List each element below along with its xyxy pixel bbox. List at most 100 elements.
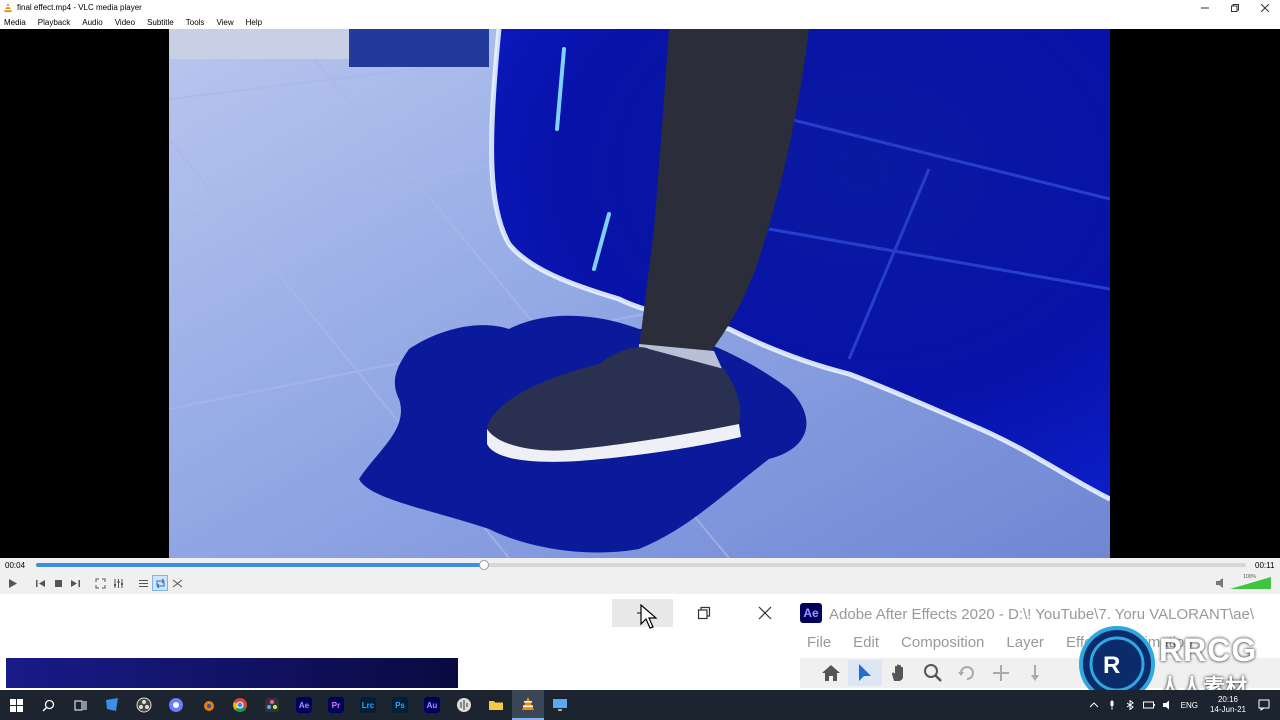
extended-settings-button[interactable] (110, 575, 126, 591)
menu-tools[interactable]: Tools (186, 18, 205, 27)
taskbar-app-au[interactable]: Au (416, 690, 448, 720)
shuffle-icon (172, 579, 182, 587)
chrome-icon (233, 698, 247, 712)
ae-menu-file[interactable]: File (807, 634, 831, 651)
taskbar-app-blender[interactable] (192, 690, 224, 720)
taskbar-app-pr[interactable]: Pr (320, 690, 352, 720)
ae-logo: Ae (800, 603, 822, 623)
close-icon (1261, 3, 1269, 12)
ae-rotate-tool[interactable] (950, 660, 984, 686)
menu-help[interactable]: Help (246, 18, 262, 27)
search-button[interactable] (32, 690, 64, 720)
minimize-button[interactable] (1190, 0, 1220, 15)
au-badge: Au (424, 697, 440, 713)
clock[interactable]: 20:16 14-Jun-21 (1210, 695, 1246, 715)
clock-date: 14-Jun-21 (1209, 705, 1246, 714)
playlist-button[interactable] (135, 575, 151, 591)
ae-anchor-tool[interactable] (984, 660, 1018, 686)
ae-hand-tool[interactable] (882, 660, 916, 686)
ae-badge: Ae (296, 697, 312, 713)
restore-button[interactable] (1220, 0, 1250, 15)
windows-taskbar: Ae Pr Lrc Ps Au ENG 20:16 14-Jun-21 (0, 690, 1280, 720)
playlist-icon (138, 579, 148, 587)
bluetooth-icon[interactable] (1125, 700, 1135, 710)
ae-window-title: Adobe After Effects 2020 - D:\! YouTube\… (829, 606, 1254, 623)
volume-icon (1216, 578, 1223, 588)
language-indicator[interactable]: ENG (1181, 701, 1198, 710)
volume-label: 100% (1243, 574, 1256, 580)
vlc-titlebar: final effect.mp4 - VLC media player (0, 0, 1280, 15)
ae-pan-tool[interactable] (1018, 660, 1052, 686)
ae-close-button[interactable] (734, 599, 795, 627)
fullscreen-button[interactable] (92, 575, 108, 591)
taskbar-app-davinci[interactable] (256, 690, 288, 720)
seek-bar[interactable] (36, 560, 1246, 570)
time-elapsed: 00:04 (5, 561, 26, 570)
time-total: 00:11 (1255, 561, 1275, 570)
taskbar-app-3[interactable] (160, 690, 192, 720)
microphone-icon[interactable] (1107, 700, 1117, 710)
menu-view[interactable]: View (216, 18, 233, 27)
watermark-text: RRCG (1159, 632, 1258, 668)
rotate-icon (958, 666, 974, 680)
minimize-icon (1201, 7, 1209, 8)
seek-bar-handle[interactable] (478, 560, 489, 570)
taskbar-app-ps[interactable]: Ps (384, 690, 416, 720)
pr-badge: Pr (328, 697, 344, 713)
vlc-cone-icon (522, 697, 534, 710)
ae-zoom-tool[interactable] (916, 660, 950, 686)
chevron-up-icon[interactable] (1089, 700, 1099, 710)
ae-menu-edit[interactable]: Edit (853, 634, 879, 651)
video-content (169, 29, 1110, 558)
play-icon (8, 578, 17, 588)
notification-icon[interactable] (1258, 699, 1270, 711)
taskbar-app-lrc[interactable]: Lrc (352, 690, 384, 720)
stop-button[interactable] (50, 575, 66, 591)
menu-video[interactable]: Video (115, 18, 135, 27)
taskbar-app-1[interactable] (96, 690, 128, 720)
taskbar-app-chrome[interactable] (224, 690, 256, 720)
taskbar-app-audio[interactable] (448, 690, 480, 720)
vlc-cone-icon (4, 2, 12, 12)
ae-menu-composition[interactable]: Composition (901, 634, 984, 651)
ae-selection-tool[interactable] (848, 660, 882, 686)
window-title: final effect.mp4 - VLC media player (17, 3, 142, 12)
loop-icon (155, 578, 165, 588)
ae-home-button[interactable] (814, 660, 848, 686)
battery-icon[interactable] (1142, 700, 1155, 710)
mouse-cursor-icon (640, 604, 658, 629)
vlc-window: final effect.mp4 - VLC media player Medi… (0, 0, 1280, 594)
video-area[interactable] (0, 29, 1280, 558)
menu-subtitle[interactable]: Subtitle (147, 18, 174, 27)
close-button[interactable] (1250, 0, 1280, 15)
ae-menu-layer[interactable]: Layer (1006, 634, 1044, 651)
menu-playback[interactable]: Playback (38, 18, 70, 27)
seek-bar-fill (36, 563, 484, 567)
volume-icon[interactable] (1162, 700, 1173, 710)
shuffle-button[interactable] (169, 575, 185, 591)
taskbar-app-vlc[interactable] (512, 690, 544, 720)
waveform-icon (457, 698, 471, 712)
video-frame[interactable] (169, 29, 1110, 558)
loop-button[interactable] (152, 575, 168, 591)
system-tray: ENG 20:16 14-Jun-21 (1085, 690, 1280, 720)
taskbar-app-ae[interactable]: Ae (288, 690, 320, 720)
next-button[interactable] (67, 575, 83, 591)
restore-icon (1231, 3, 1239, 12)
pan-icon (1031, 665, 1039, 681)
taskbar-app-remote[interactable] (544, 690, 576, 720)
taskbar-app-obs[interactable] (128, 690, 160, 720)
previous-button[interactable] (32, 575, 48, 591)
taskbar-app-explorer[interactable] (480, 690, 512, 720)
ps-badge: Ps (392, 697, 408, 713)
anchor-icon (993, 665, 1009, 681)
start-button[interactable] (0, 690, 32, 720)
ae-panel-strip (6, 658, 458, 688)
play-button[interactable] (4, 575, 20, 591)
menu-media[interactable]: Media (4, 18, 26, 27)
task-view-button[interactable] (64, 690, 96, 720)
ae-restore-button[interactable] (673, 599, 734, 627)
obs-icon (136, 697, 152, 713)
davinci-icon (265, 698, 279, 712)
menu-audio[interactable]: Audio (82, 18, 102, 27)
